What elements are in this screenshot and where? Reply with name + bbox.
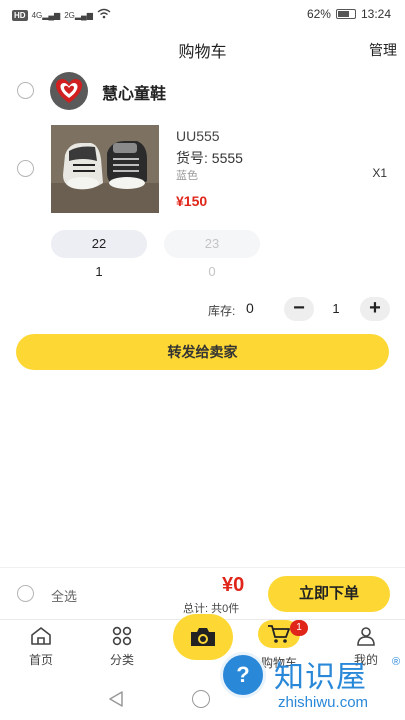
product-code: UU555	[176, 128, 220, 144]
header: 购物车 管理	[0, 34, 405, 62]
plus-icon: +	[369, 297, 381, 319]
cart-icon-wrapper: 1	[258, 620, 308, 648]
stock-value: 0	[246, 300, 254, 316]
product-quantity-mark: X1	[372, 166, 387, 180]
person-icon	[336, 624, 396, 648]
select-all-radio[interactable]	[17, 585, 34, 602]
signal-icon: 4G▂▄▆	[31, 10, 61, 20]
page-title: 购物车	[178, 44, 227, 61]
place-order-button[interactable]: 立即下单	[268, 576, 390, 612]
product-item-number: 货号: 5555	[176, 150, 243, 166]
shop-select-radio[interactable]	[17, 82, 34, 99]
shop-logo	[50, 72, 88, 110]
size-chip[interactable]: 23	[164, 230, 260, 258]
watermark-registered: ®	[392, 656, 401, 668]
wifi-icon	[97, 8, 111, 22]
battery-percent: 62%	[306, 7, 331, 21]
quantity-value: 1	[332, 301, 340, 316]
signal-icon: 2G▂▄▆	[64, 10, 93, 20]
manage-button[interactable]: 管理	[369, 40, 397, 60]
size-chip[interactable]: 22	[51, 230, 147, 258]
status-bar: HD 4G▂▄▆ 2G▂▄▆ 62% 13:24	[0, 0, 405, 30]
tab-label: 分类	[109, 653, 134, 667]
forward-to-seller-button[interactable]: 转发给卖家	[16, 334, 389, 370]
cart-icon	[268, 625, 290, 643]
cart-badge: 1	[290, 620, 308, 636]
select-all-label[interactable]: 全选	[51, 586, 77, 605]
product-thumbnail[interactable]	[51, 125, 159, 213]
back-icon[interactable]	[108, 690, 124, 713]
tab-category[interactable]: 分类	[92, 624, 152, 668]
size-count: 1	[95, 264, 103, 279]
clock: 13:24	[360, 7, 391, 21]
product-color: 蓝色	[176, 170, 198, 182]
battery-icon	[335, 9, 356, 19]
signal-label-2: 2G	[64, 10, 75, 20]
increase-quantity-button[interactable]: +	[360, 297, 390, 321]
system-navigation-bar	[0, 680, 405, 720]
minus-icon: −	[293, 297, 305, 319]
status-bar-right: 62% 13:24	[307, 7, 391, 21]
home-circle-icon[interactable]	[192, 690, 210, 708]
signal-label-1: 4G	[31, 10, 43, 20]
category-grid-icon	[92, 624, 152, 648]
shop-name[interactable]: 慧心童鞋	[102, 80, 166, 104]
size-count: 0	[208, 264, 216, 279]
stock-label: 库存:	[208, 304, 236, 318]
tab-home[interactable]: 首页	[11, 624, 71, 668]
product-price: ¥150	[176, 193, 208, 209]
camera-button[interactable]	[173, 614, 233, 660]
home-icon	[11, 624, 71, 648]
tab-label: 首页	[28, 653, 53, 667]
decrease-quantity-button[interactable]: −	[284, 297, 314, 321]
checkout-bar: 全选 ¥0 总计: 共0件 立即下单	[0, 567, 405, 619]
status-bar-left: HD 4G▂▄▆ 2G▂▄▆	[12, 8, 111, 22]
product-select-radio[interactable]	[17, 160, 34, 177]
camera-icon	[191, 628, 215, 646]
total-amount: ¥0	[222, 574, 245, 596]
hd-indicator: HD	[12, 9, 28, 21]
